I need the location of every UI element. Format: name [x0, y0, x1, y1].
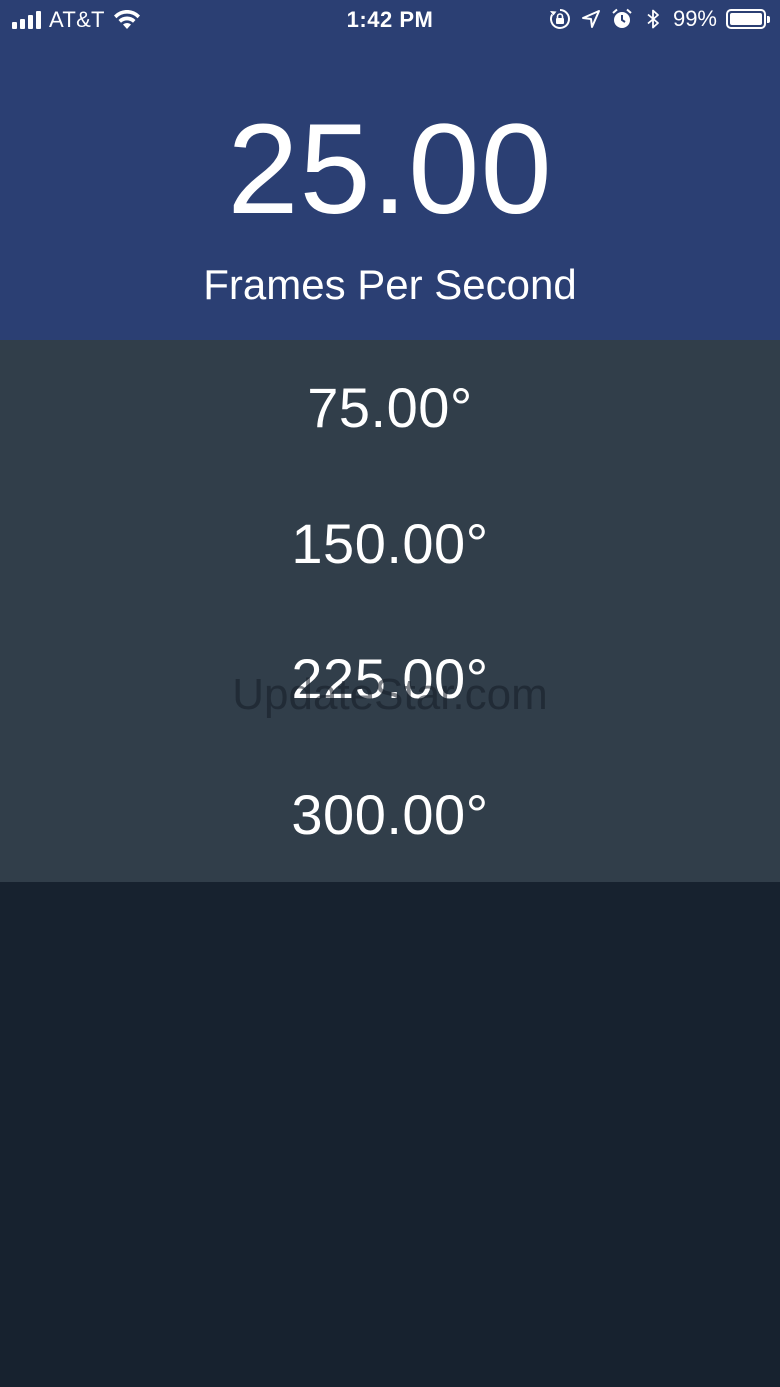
battery-percent: 99% — [672, 6, 717, 31]
fps-label: Frames Per Second — [203, 261, 577, 308]
angle-row[interactable]: 150.00° — [0, 476, 780, 611]
battery-fill — [730, 13, 762, 25]
fps-value[interactable]: 25.00 — [0, 100, 780, 240]
app-screen: AT&T 1:42 PM 99% 25.00 Frames Per Second… — [0, 0, 780, 1387]
bluetooth-icon — [647, 9, 659, 29]
fps-header: AT&T 1:42 PM 99% 25.00 Frames Per Second — [0, 0, 780, 340]
angle-row[interactable]: 300.00° — [0, 747, 780, 882]
battery-icon — [726, 9, 770, 29]
alarm-icon — [612, 8, 632, 28]
status-bar: AT&T 1:42 PM 99% — [0, 0, 780, 40]
angle-row[interactable]: 225.00° — [0, 611, 780, 746]
orientation-lock-icon — [549, 9, 570, 29]
angle-row[interactable]: 75.00° — [0, 340, 780, 475]
shutter-angle-list: 75.00° 150.00° 225.00° 300.00° UpdateSta… — [0, 340, 780, 882]
location-icon — [581, 10, 600, 28]
status-right: 99% — [549, 6, 770, 32]
